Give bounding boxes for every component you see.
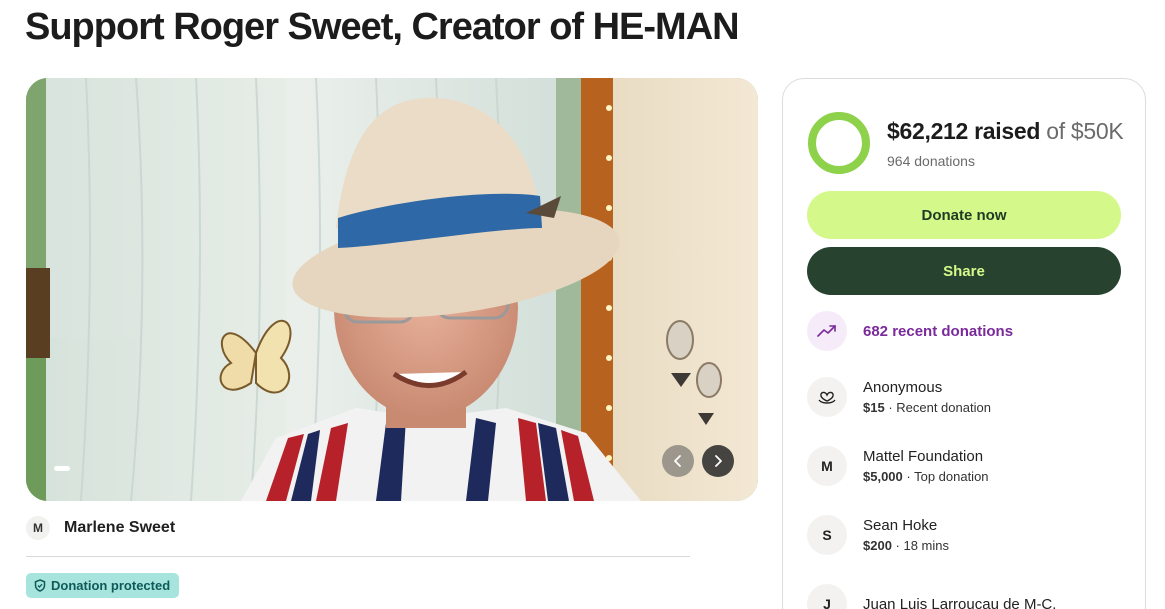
donor-row: M Mattel Foundation $5,000 · Top donatio… [807,446,989,486]
carousel-indicator[interactable] [54,466,70,471]
donor-meta: $200 · 18 mins [863,538,949,553]
donor-row: S Sean Hoke $200 · 18 mins [807,515,949,555]
divider [26,556,690,557]
organizer-name[interactable]: Marlene Sweet [64,519,175,537]
donation-card: $62,212 raised of $50K 964 donations Don… [782,78,1146,609]
heart-hand-icon [807,377,847,417]
recent-donations-link[interactable]: 682 recent donations [807,311,1013,351]
organizer-avatar: M [26,516,50,540]
donor-detail: · Recent donation [884,400,991,415]
chevron-left-icon [674,455,681,467]
organizer[interactable]: M Marlene Sweet [26,516,175,540]
donor-name: Sean Hoke [863,517,938,534]
donor-detail: · Top donation [902,469,989,484]
donor-name: Juan Luis Larroucau de M-C. [863,595,1057,609]
donate-now-button[interactable]: Donate now [807,191,1121,239]
amount-raised: $62,212 raised of $50K [887,118,1124,145]
page-title: Support Roger Sweet, Creator of HE-MAN [25,6,740,48]
recent-donations-label: 682 recent donations [863,322,1014,340]
donor-avatar: M [807,446,847,486]
donor-amount: $5,000 [863,469,903,484]
donor-name: Anonymous [863,379,943,396]
goal-amount: of $50K [1046,118,1124,144]
donor-avatar: J [807,584,847,609]
share-button[interactable]: Share [807,247,1121,295]
donor-name: Mattel Foundation [863,448,984,465]
carousel-next-button[interactable] [702,445,734,477]
donor-amount: $15 [863,400,885,415]
donation-protected-badge[interactable]: Donation protected [26,573,180,598]
donor-avatar: S [807,515,847,555]
raised-amount: $62,212 raised [887,118,1041,144]
donor-meta: $15 · Recent donation [863,400,991,415]
donor-amount: $200 [863,538,892,553]
chevron-right-icon [715,455,722,467]
progress-ring [808,112,870,174]
donor-meta: $5,000 · Top donation [863,469,989,484]
donor-row: Anonymous $15 · Recent donation [807,377,991,417]
badge-label: Donation protected [51,578,171,593]
donation-count: 964 donations [887,153,975,169]
carousel-prev-button[interactable] [662,445,694,477]
shield-icon [34,579,46,592]
donor-row: J Juan Luis Larroucau de M-C. [807,584,1056,609]
trending-up-icon [807,311,847,351]
campaign-photo[interactable] [26,78,758,501]
donor-detail: · 18 mins [891,538,949,553]
